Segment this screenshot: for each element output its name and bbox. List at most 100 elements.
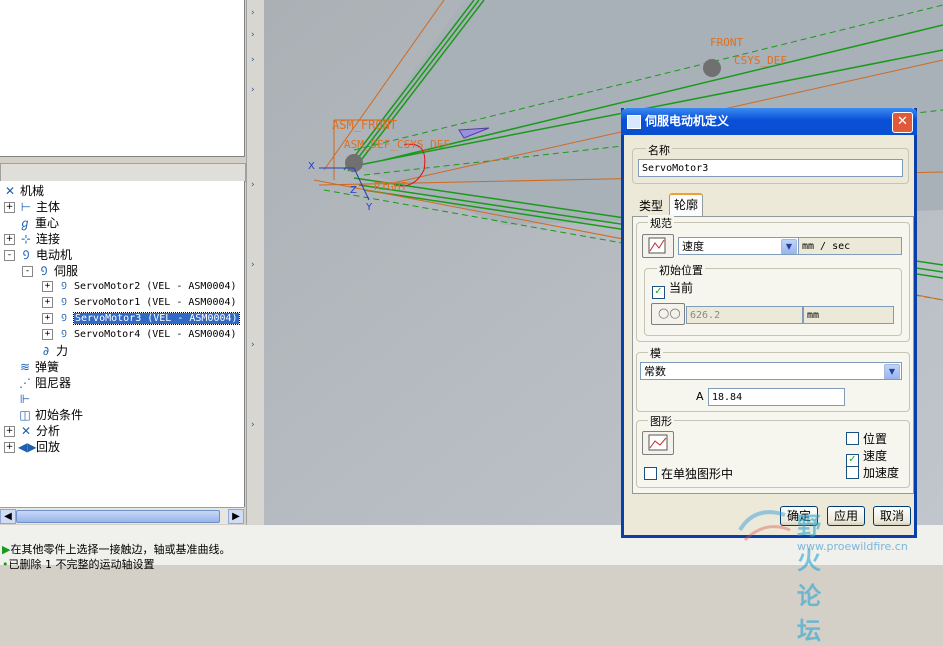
spring-icon: ≋: [19, 360, 31, 374]
expand-icon[interactable]: +: [42, 312, 53, 324]
tree-item-servo[interactable]: -᠑ 伺服: [22, 263, 78, 279]
tree-item-springs[interactable]: ≋ 弹簧: [17, 359, 59, 375]
servo-motor-icon: ᠑: [61, 297, 67, 308]
tree-item-servomotor2[interactable]: +᠑ ServoMotor2 (VEL - ASM0004): [42, 279, 237, 295]
chevron-down-icon[interactable]: ▼: [781, 239, 797, 254]
close-icon[interactable]: ✕: [892, 112, 913, 133]
profile-graph-icon: [648, 237, 666, 254]
check-icon[interactable]: ✓: [652, 286, 665, 299]
chevron-down-icon[interactable]: ▼: [884, 364, 900, 379]
expand-icon[interactable]: +: [4, 426, 15, 437]
apply-button[interactable]: 应用: [827, 506, 865, 526]
tab-profile[interactable]: 轮廓: [669, 193, 704, 218]
connection-icon: ⊹: [20, 232, 32, 246]
mechanism-tree: ✕ 机械 + ⊢ 主体 ℊ 重心 + ⊹ 连接 -᠑ 电动机 -᠑ 伺服 +᠑ ServoMoto…: [0, 181, 245, 507]
tab-type[interactable]: 类型: [635, 196, 667, 216]
spec-graph-button[interactable]: [642, 234, 674, 258]
datum-label-front: FRONT: [710, 36, 744, 49]
spec-unit: mm / sec: [798, 237, 902, 255]
joint-sphere: [345, 154, 363, 172]
panel-separator-bar[interactable]: [0, 163, 246, 182]
current-checkbox[interactable]: ✓ 当前: [652, 279, 693, 299]
tree-horizontal-scrollbar[interactable]: ◀ ▶: [0, 507, 244, 524]
position-checkbox[interactable]: 位置: [846, 430, 887, 447]
model-group-label: 模: [648, 345, 663, 361]
body-icon: ⊢: [20, 200, 32, 214]
divider-arrow-icon: ›: [251, 420, 255, 430]
tree-item-dampers[interactable]: ⋰ 阻尼器: [17, 375, 71, 391]
scroll-left-icon[interactable]: ◀: [0, 509, 16, 524]
joint-sphere: [703, 59, 721, 77]
graph-group-label: 图形: [648, 413, 674, 429]
servo-motor-icon: ᠑: [61, 313, 67, 324]
divider-arrow-icon: ›: [251, 8, 255, 18]
datum-label-asm-front: ASM_FRONT: [332, 118, 398, 132]
tree-item-belts[interactable]: ⊩: [17, 391, 35, 407]
dialog-title-bar[interactable]: 伺服电动机定义 ✕: [621, 108, 917, 135]
tree-item-analyses[interactable]: + ✕ 分析: [4, 423, 60, 439]
separate-graph-checkbox[interactable]: 在单独图形中: [644, 465, 733, 482]
checkbox-icon[interactable]: [644, 467, 657, 480]
initial-condition-icon: ◫: [19, 408, 31, 422]
tree-item-bodies[interactable]: + ⊢ 主体: [4, 199, 60, 215]
watermark-logo-icon: [738, 510, 791, 542]
tree-item-playbacks[interactable]: + ◀▶回放: [4, 439, 60, 455]
watermark-url: www.proewildfire.cn: [797, 540, 908, 553]
name-input[interactable]: ServoMotor3: [638, 159, 903, 177]
mechanism-icon: ✕: [4, 184, 16, 198]
divider-arrow-icon: ›: [251, 340, 255, 350]
tree-item-initial-conditions[interactable]: ◫ 初始条件: [17, 407, 83, 423]
initial-position-input[interactable]: 626.2: [686, 306, 803, 324]
plot-graph-button[interactable]: [642, 431, 674, 455]
divider-arrow-icon: ›: [251, 30, 255, 40]
tree-item-servomotor4[interactable]: +᠑ ServoMotor4 (VEL - ASM0004): [42, 327, 237, 343]
checkbox-icon[interactable]: [846, 466, 859, 479]
datum-label-csys2: CSYS_DEF: [734, 54, 787, 67]
collapse-icon[interactable]: -: [4, 250, 15, 261]
divider-arrow-icon: ›: [251, 260, 255, 270]
expand-icon[interactable]: +: [4, 234, 15, 245]
model-select[interactable]: 常数 ▼: [640, 362, 902, 380]
glasses-icon: ○○: [658, 306, 681, 321]
expand-icon[interactable]: +: [42, 280, 53, 292]
cancel-button[interactable]: 取消: [873, 506, 911, 526]
motor-icon: ᠑: [22, 248, 30, 262]
collapse-icon[interactable]: -: [22, 266, 33, 277]
tree-item-servomotor1[interactable]: +᠑ ServoMotor1 (VEL - ASM0004): [42, 295, 237, 311]
spec-group-label: 规范: [648, 215, 674, 231]
scroll-right-icon[interactable]: ▶: [228, 509, 244, 524]
axis-x-label: X: [308, 161, 315, 172]
measure-button[interactable]: ○○: [651, 303, 685, 325]
acceleration-checkbox[interactable]: 加速度: [846, 464, 899, 481]
tree-item-mechanism[interactable]: ✕ 机械: [2, 183, 44, 199]
belt-icon: ⊩: [19, 392, 31, 406]
scroll-thumb[interactable]: [16, 510, 220, 523]
panel-divider[interactable]: › › › › › › › ›: [246, 0, 266, 525]
expand-icon[interactable]: +: [4, 202, 15, 213]
watermark-text: 野火论坛: [797, 512, 824, 645]
force-icon: ∂: [42, 344, 50, 358]
playback-icon: ◀▶: [18, 440, 37, 454]
datum-label-csys: ASM_DEF_CSYS_DEF: [344, 138, 450, 151]
expand-icon[interactable]: +: [4, 442, 15, 453]
coefficient-a-label: A: [696, 390, 704, 403]
datum-label-right: RIGHT: [374, 180, 408, 193]
graph-icon: [648, 434, 668, 451]
tree-item-connections[interactable]: + ⊹ 连接: [4, 231, 60, 247]
initial-position-label: 初始位置: [657, 262, 705, 278]
tree-item-servomotor3[interactable]: +᠑ ServoMotor3 (VEL - ASM0004): [42, 311, 240, 327]
axis-z-label: Z: [350, 185, 357, 196]
status-line-2: •已删除 1 不完整的运动轴设置: [2, 558, 155, 571]
coefficient-a-input[interactable]: 18.84: [708, 388, 845, 406]
expand-icon[interactable]: +: [42, 296, 53, 308]
name-group-label: 名称: [646, 142, 672, 158]
servo-motor-definition-dialog: 伺服电动机定义 ✕ 名称 ServoMotor3 类型 轮廓 规范 速度 ▼ mm…: [621, 108, 917, 538]
tree-item-force[interactable]: ∂ 力: [38, 343, 68, 359]
divider-arrow-icon: ›: [251, 180, 255, 190]
spec-select[interactable]: 速度 ▼: [678, 237, 799, 255]
expand-icon[interactable]: +: [42, 328, 53, 340]
tree-item-gravity[interactable]: ℊ 重心: [17, 215, 59, 231]
tree-item-motors[interactable]: -᠑ 电动机: [4, 247, 72, 263]
checkbox-icon[interactable]: [846, 432, 859, 445]
divider-arrow-icon: ›: [251, 55, 255, 65]
